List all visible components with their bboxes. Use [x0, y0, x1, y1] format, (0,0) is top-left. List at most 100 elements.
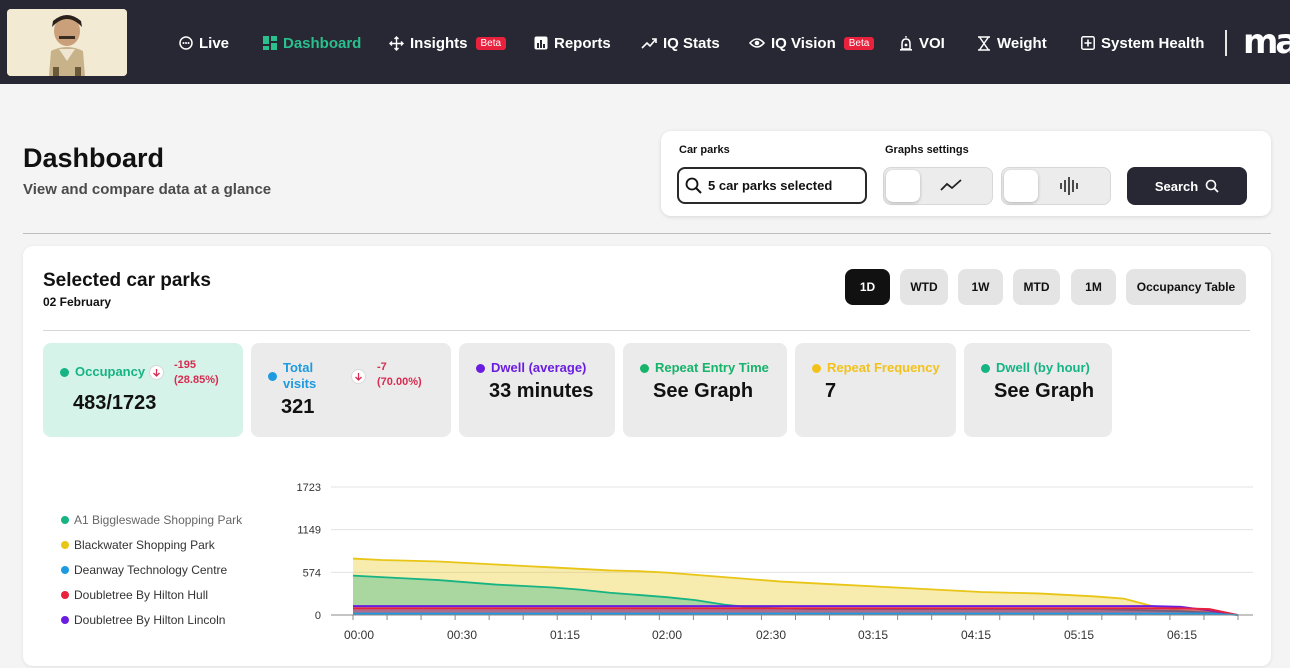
nav-reports-label: Reports [554, 34, 611, 52]
trend-line-icon [641, 38, 657, 49]
filter-panel: Car parks Graphs settings 5 car parks se… [661, 131, 1271, 216]
legend-label: Doubletree By Hilton Hull [74, 587, 209, 602]
stat-occupancy[interactable]: Occupancy -195 (28.85%) 483/1723 [43, 343, 243, 437]
legend-item[interactable]: Doubletree By Hilton Lincoln [61, 607, 242, 632]
stat-dwell-by-hour[interactable]: Dwell (by hour) See Graph [964, 343, 1112, 437]
legend-dot [61, 540, 69, 549]
nav-weight[interactable]: Weight [977, 33, 1047, 53]
total-visits-delta: -7 (70.00%) [377, 360, 422, 390]
range-1w-button[interactable]: 1W [958, 269, 1003, 305]
dwell-by-hour-dot [981, 364, 990, 373]
nav-iq-stats-label: IQ Stats [663, 34, 720, 52]
legend-item[interactable]: Doubletree By Hilton Hull [61, 582, 242, 607]
legend-item[interactable]: Blackwater Shopping Park [61, 532, 242, 557]
insights-beta-badge: Beta [475, 36, 507, 50]
stat-repeat-entry-time[interactable]: Repeat Entry Time See Graph [623, 343, 787, 437]
nav-live-label: Live [199, 34, 230, 52]
avatar-figure-icon [7, 9, 127, 76]
repeat-frequency-dot [812, 364, 821, 373]
stat-repeat-frequency[interactable]: Repeat Frequency 7 [795, 343, 956, 437]
range-wtd-button[interactable]: WTD [900, 269, 948, 305]
car-parks-select[interactable]: 5 car parks selected [677, 167, 867, 204]
down-arrow-icon [149, 365, 164, 380]
range-1m-button[interactable]: 1M [1071, 269, 1116, 305]
stat-repeat-entry-time-label-wrap: Repeat Entry Time [640, 360, 769, 376]
nav-iq-vision[interactable]: IQ Vision Beta [749, 33, 875, 53]
x-tick-label: 05:15 [1064, 628, 1094, 642]
y-tick-label: 1149 [297, 525, 321, 537]
nav-dashboard[interactable]: Dashboard [263, 33, 361, 53]
stat-total-visits-label: Total visits [283, 360, 317, 391]
live-circle-icon [179, 36, 193, 50]
nav-insights[interactable]: Insights Beta [389, 33, 507, 53]
nav-voi-label: VOI [919, 34, 945, 52]
top-nav-bar: Live Dashboard Insights Beta Reports IQ … [0, 0, 1290, 84]
stat-dwell-by-hour-value: See Graph [994, 380, 1095, 402]
down-arrow-icon [351, 369, 366, 384]
search-icon [1205, 179, 1219, 193]
stat-dwell-by-hour-label: Dwell (by hour) [996, 360, 1090, 375]
nav-iq-stats[interactable]: IQ Stats [641, 33, 720, 53]
legend-dot [61, 590, 69, 599]
dashboard-grid-icon [263, 36, 277, 50]
chart-legend: A1 Biggleswade Shopping Park Blackwater … [61, 507, 242, 632]
search-button[interactable]: Search [1127, 167, 1247, 205]
nav-voi[interactable]: VOI [899, 33, 945, 53]
card-divider [43, 330, 1250, 331]
nav-divider [1225, 30, 1227, 56]
stat-occupancy-label-wrap: Occupancy [60, 364, 145, 380]
x-tick-label: 02:30 [756, 628, 786, 642]
nav-system-health[interactable]: System Health [1081, 33, 1204, 53]
brand-logo[interactable]: mav [1243, 22, 1290, 62]
legend-item[interactable]: Deanway Technology Centre [61, 557, 242, 582]
car-parks-select-value: 5 car parks selected [708, 178, 833, 193]
hourglass-icon [978, 35, 990, 51]
range-1d-button[interactable]: 1D [845, 269, 890, 305]
nav-weight-label: Weight [997, 34, 1047, 52]
x-tick-label: 01:15 [550, 628, 580, 642]
x-tick-label: 00:30 [447, 628, 477, 642]
legend-label: Deanway Technology Centre [74, 562, 228, 577]
range-mtd-button[interactable]: MTD [1013, 269, 1060, 305]
selected-car-parks-card: Selected car parks 02 February 1D WTD 1W… [23, 246, 1271, 666]
occupancy-area-chart[interactable]: 0 574 1149 1723 00:00 00:30 01:15 02:00 02:30 03:… [253, 471, 1253, 661]
nav-iq-vision-label: IQ Vision [771, 34, 836, 52]
stat-repeat-frequency-label: Repeat Frequency [827, 360, 940, 375]
occupancy-delta-value: -195 [174, 359, 197, 371]
stat-dwell-average[interactable]: Dwell (average) 33 minutes [459, 343, 615, 437]
line-graph-toggle[interactable] [883, 167, 993, 205]
search-icon [685, 177, 702, 194]
nav-live[interactable]: Live [179, 33, 229, 53]
occupancy-table-button[interactable]: Occupancy Table [1126, 269, 1246, 305]
legend-dot [61, 565, 69, 574]
nav-reports[interactable]: Reports [534, 33, 611, 53]
total-visits-dot [268, 372, 277, 381]
x-tick-label: 03:15 [858, 628, 888, 642]
bar-graph-toggle[interactable] [1001, 167, 1111, 205]
graph-settings-label: Graphs settings [885, 144, 969, 156]
occupancy-delta: -195 (28.85%) [174, 358, 219, 388]
bars-icon [1060, 177, 1078, 195]
legend-label: A1 Biggleswade Shopping Park [74, 512, 243, 527]
insights-move-icon [389, 35, 404, 51]
stat-occupancy-value: 483/1723 [73, 392, 157, 414]
stat-repeat-frequency-label-wrap: Repeat Frequency [812, 360, 940, 376]
stat-total-visits-value: 321 [281, 396, 315, 418]
legend-item[interactable]: A1 Biggleswade Shopping Park [61, 507, 242, 532]
stat-total-visits-label-wrap: Total visits [268, 360, 338, 392]
page-subtitle: View and compare data at a glance [23, 181, 272, 198]
occupancy-dot [60, 368, 69, 377]
nav-system-health-label: System Health [1101, 34, 1205, 52]
page-title: Dashboard [23, 143, 165, 173]
x-tick-label: 04:15 [961, 628, 991, 642]
x-tick-label: 06:15 [1167, 628, 1197, 642]
toggle-knob [886, 170, 920, 202]
car-parks-label: Car parks [679, 144, 730, 156]
alarm-bell-icon [900, 35, 912, 51]
plus-square-icon [1081, 36, 1095, 50]
stat-repeat-entry-time-value: See Graph [653, 380, 754, 402]
search-button-label: Search [1154, 178, 1199, 194]
stat-total-visits[interactable]: Total visits -7 (70.00%) 321 [251, 343, 451, 437]
user-avatar[interactable] [7, 9, 127, 76]
occupancy-delta-percent: (28.85%) [174, 374, 219, 386]
